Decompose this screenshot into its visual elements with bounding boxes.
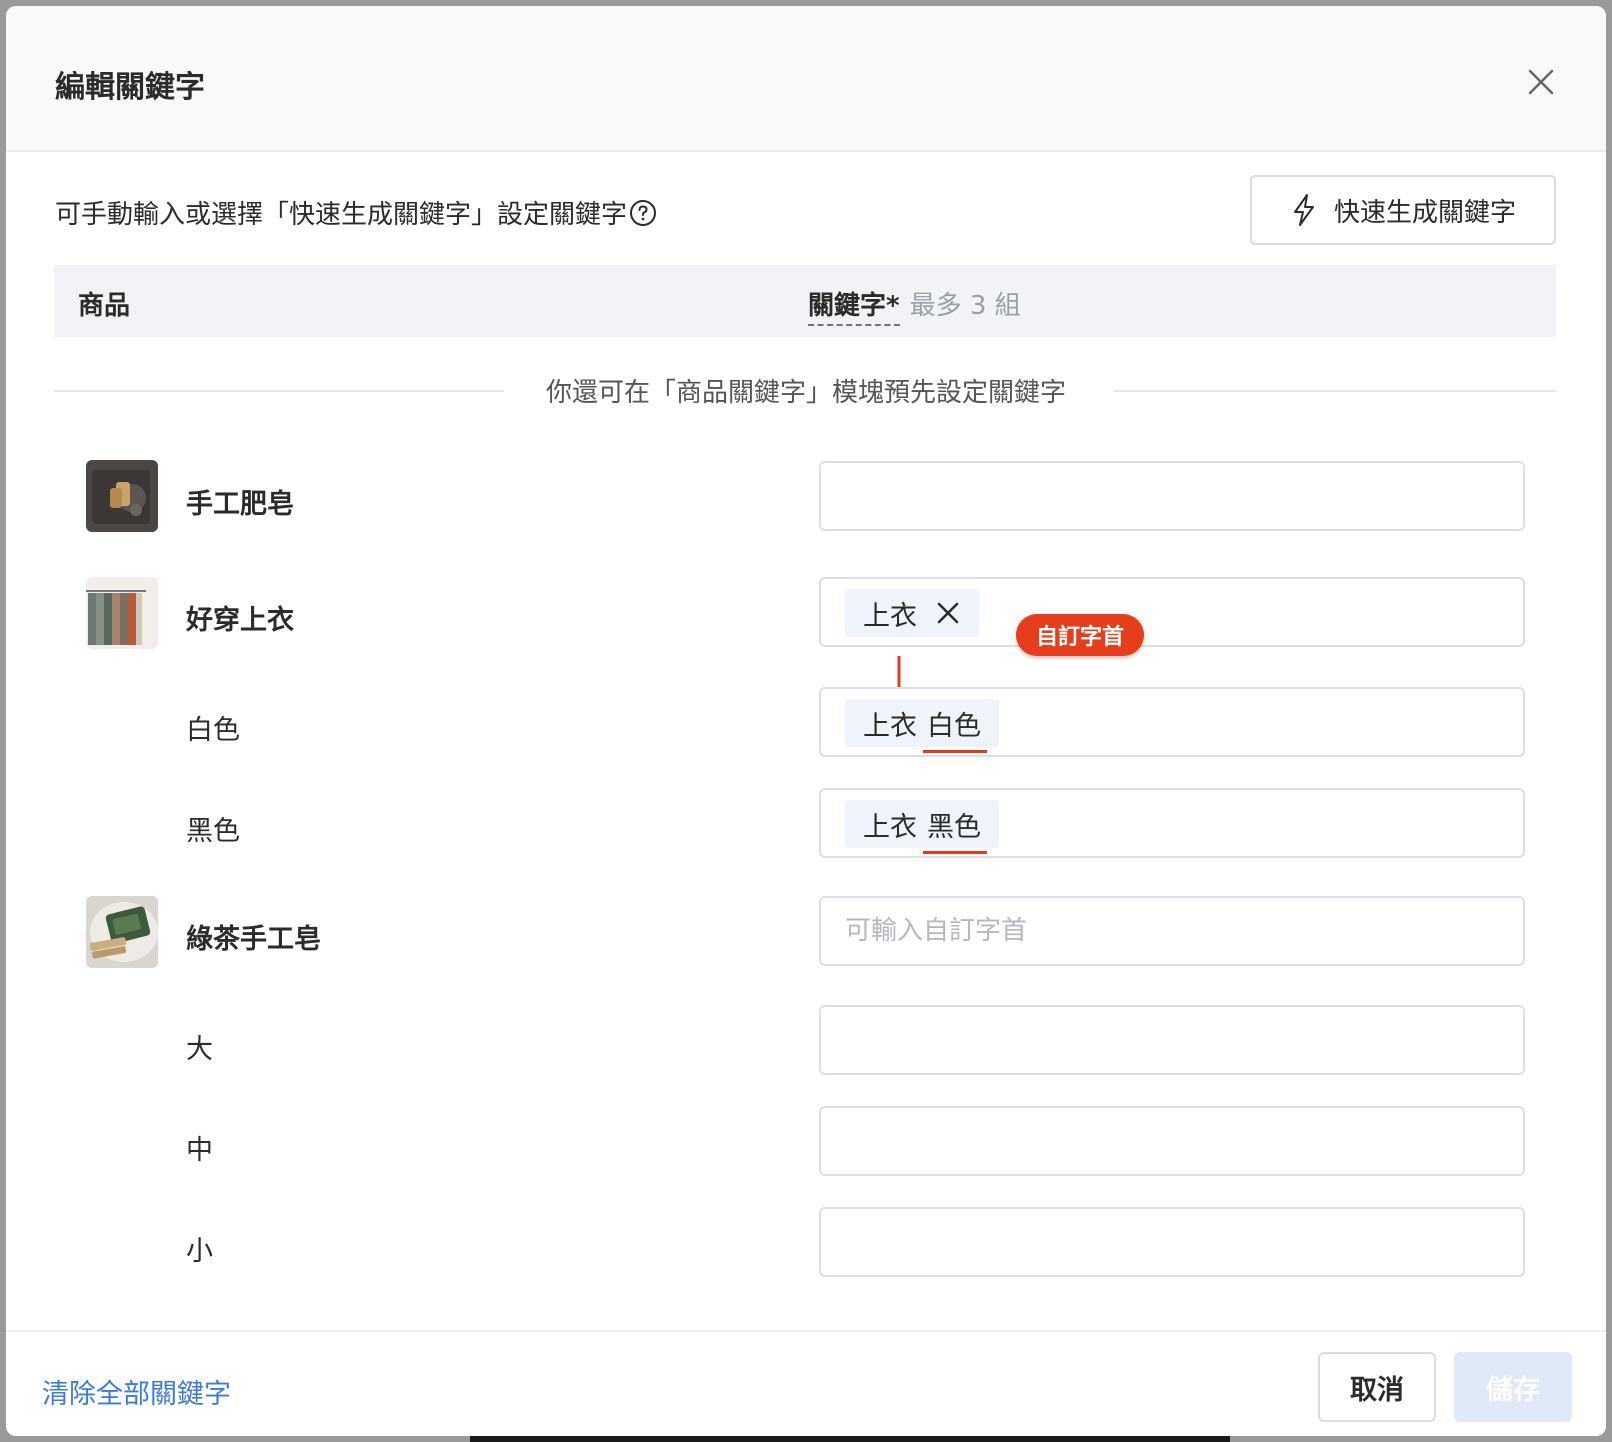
keyword-tag: 上衣 黑色 (845, 800, 999, 854)
product-name: 綠茶手工皂 (186, 924, 321, 955)
quick-generate-label: 快速生成關鍵字 (1333, 197, 1516, 228)
keyword-input-field[interactable] (821, 1209, 1523, 1275)
keyword-tag-prefix: 上衣 (863, 811, 917, 843)
column-header-keyword: 關鍵字* 最多 3 組 (808, 285, 1021, 326)
keyword-input-field[interactable] (821, 1007, 1523, 1073)
keyword-tag-variant: 黑色 (923, 805, 987, 854)
edit-keywords-dialog: 編輯關鍵字 可手動輸入或選擇「快速生成關鍵字」設定關鍵字 快速生成關鍵字 商品 … (6, 6, 1606, 1436)
keyword-input-field[interactable] (821, 1108, 1523, 1174)
keyword-tag: 上衣 白色 (845, 699, 999, 753)
table-header: 商品 關鍵字* 最多 3 組 (54, 265, 1556, 337)
shirts-thumbnail (86, 577, 158, 649)
lightning-icon (1293, 194, 1314, 226)
keyword-input[interactable] (819, 1106, 1525, 1176)
intro-instructions: 可手動輸入或選擇「快速生成關鍵字」設定關鍵字 (55, 194, 657, 231)
custom-prefix-input[interactable] (819, 896, 1525, 966)
keyword-input[interactable]: 上衣 (819, 577, 1525, 647)
dialog-header: 編輯關鍵字 (6, 6, 1606, 152)
help-icon[interactable] (629, 199, 657, 227)
dialog-footer: 清除全部關鍵字 取消 儲存 (6, 1330, 1606, 1436)
variant-name: 小 (186, 1236, 213, 1267)
soap-thumbnail (86, 460, 158, 532)
custom-prefix-field[interactable] (821, 898, 1523, 964)
keyword-tag-text: 上衣 (863, 600, 917, 632)
backdrop-strip (470, 1436, 1230, 1442)
keyword-input[interactable] (819, 1005, 1525, 1075)
variant-name: 大 (186, 1034, 213, 1065)
keyword-header-label[interactable]: 關鍵字* (808, 285, 900, 326)
keyword-input[interactable]: 上衣 黑色 (819, 788, 1525, 858)
variant-name: 黑色 (186, 816, 240, 847)
green-tea-soap-thumbnail (86, 896, 158, 968)
intro-text: 可手動輸入或選擇「快速生成關鍵字」設定關鍵字 (55, 200, 628, 230)
remove-tag-icon[interactable] (935, 600, 961, 626)
product-name: 手工肥皂 (186, 489, 294, 520)
keyword-tag: 上衣 (845, 589, 979, 637)
keyword-tag-variant: 白色 (923, 704, 987, 753)
product-name: 好穿上衣 (186, 605, 294, 636)
variant-name: 白色 (186, 715, 240, 746)
quick-generate-button[interactable]: 快速生成關鍵字 (1250, 175, 1556, 245)
cancel-button[interactable]: 取消 (1318, 1352, 1436, 1422)
module-hint: 你還可在「商品關鍵字」模塊預先設定關鍵字 (545, 378, 1066, 408)
close-icon[interactable] (1521, 62, 1561, 102)
keyword-input[interactable]: 上衣 白色 (819, 687, 1525, 757)
keyword-max-hint: 最多 3 組 (909, 291, 1021, 321)
keyword-tag-prefix: 上衣 (863, 710, 917, 742)
dialog-title: 編輯關鍵字 (55, 70, 205, 105)
clear-all-keywords-link[interactable]: 清除全部關鍵字 (42, 1372, 231, 1411)
custom-prefix-badge: 自訂字首 (1016, 614, 1145, 656)
keyword-input[interactable] (819, 1207, 1525, 1277)
column-header-product: 商品 (78, 291, 131, 321)
keyword-input[interactable] (819, 461, 1525, 531)
variant-name: 中 (186, 1135, 213, 1166)
keyword-input-field[interactable] (821, 463, 1523, 529)
save-button[interactable]: 儲存 (1454, 1352, 1572, 1422)
